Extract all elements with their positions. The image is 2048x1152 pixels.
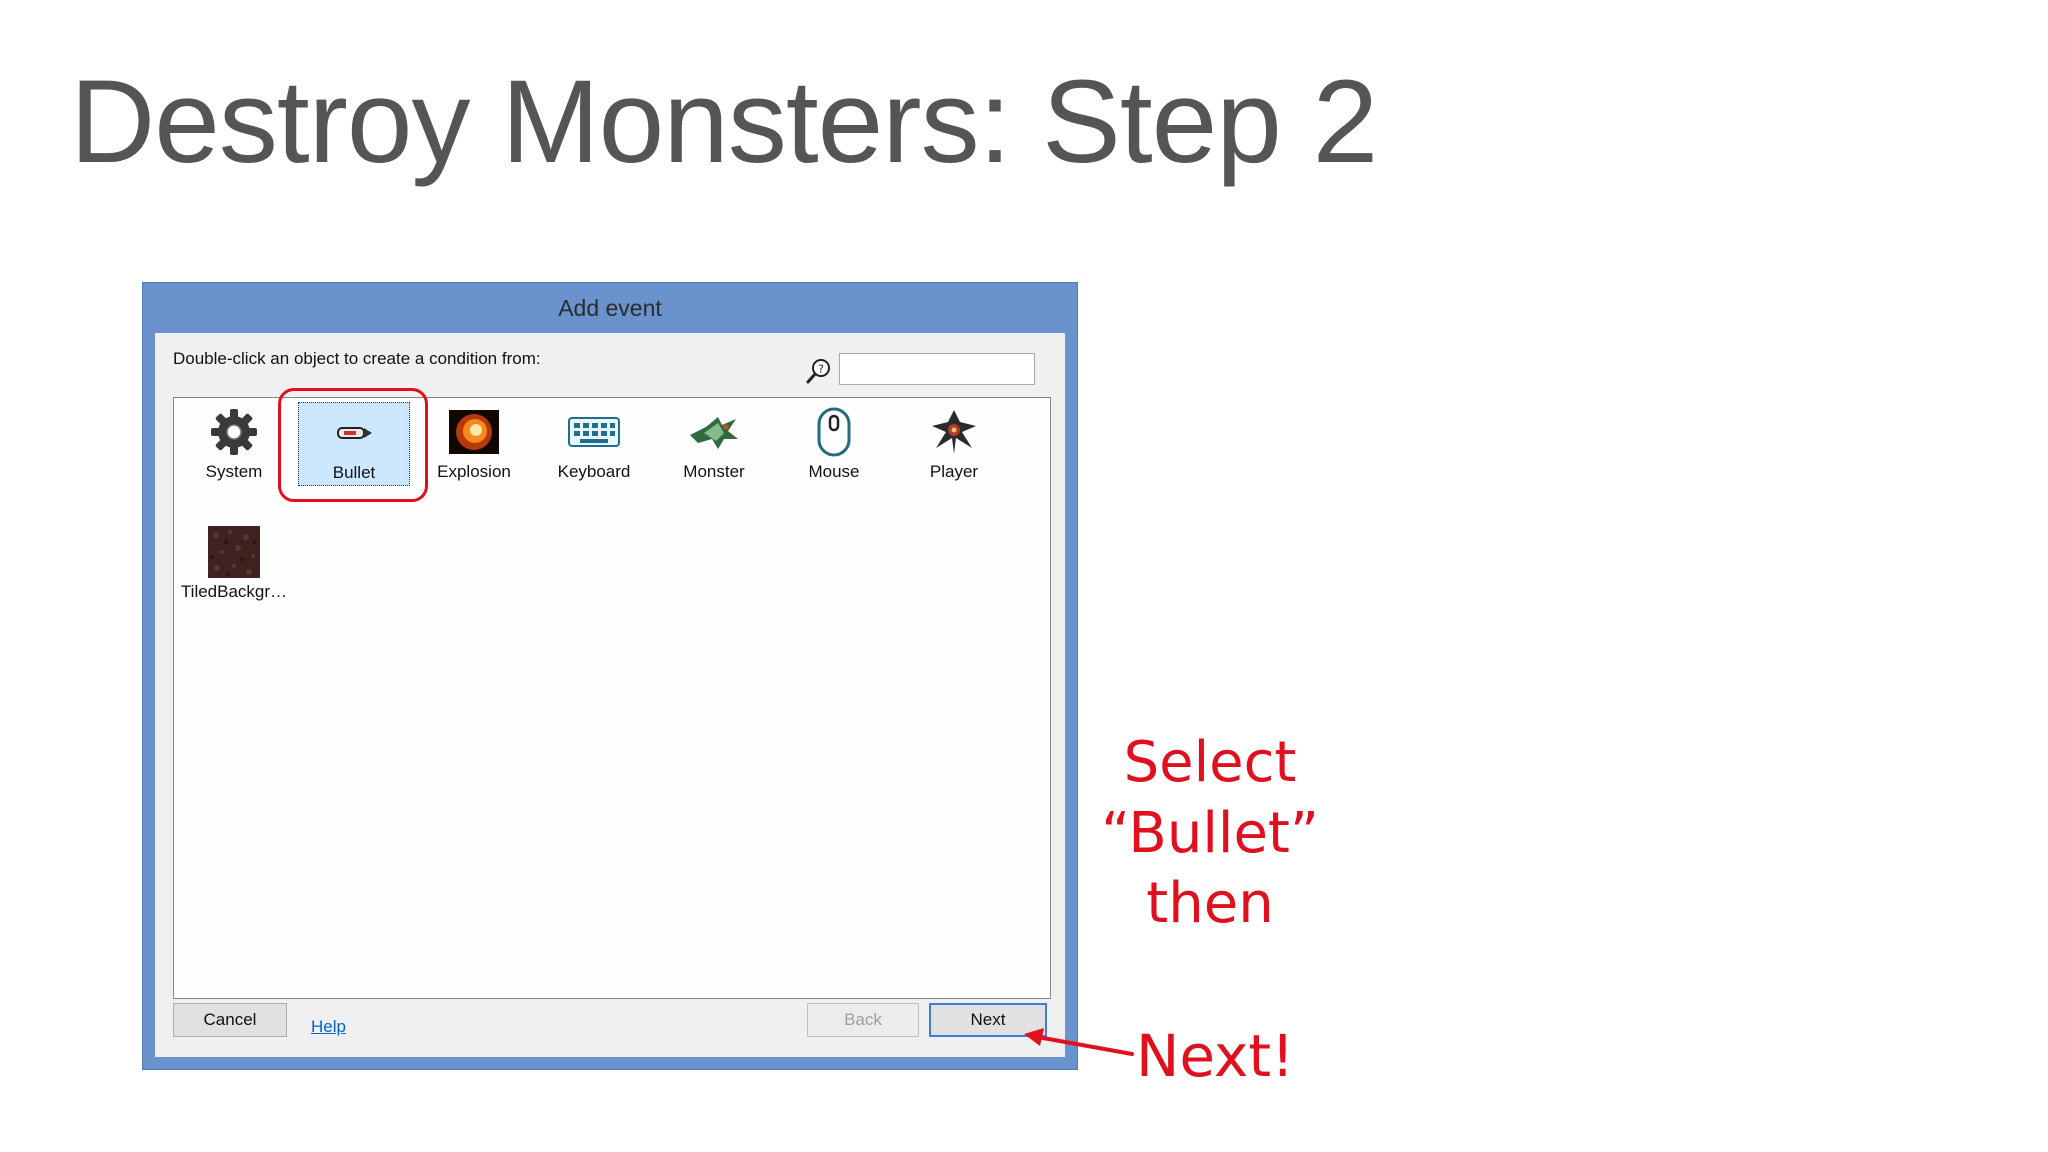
object-label: System (205, 462, 263, 481)
search-help-icon[interactable]: ? (805, 357, 833, 385)
annotation-line: Select (1123, 730, 1297, 795)
object-keyboard[interactable]: Keyboard (538, 402, 650, 486)
object-label: TiledBackgr… (180, 582, 288, 601)
tiled-background-icon (208, 526, 260, 578)
object-list: System Bullet Explosion Keyboard Monster… (173, 397, 1051, 999)
dialog-title: Add event (558, 295, 662, 321)
monster-icon (688, 406, 740, 458)
object-monster[interactable]: Monster (658, 402, 770, 486)
arrow-to-next-icon (1024, 1028, 1134, 1056)
object-player[interactable]: Player (898, 402, 1010, 486)
keyboard-icon (568, 406, 620, 458)
object-explosion[interactable]: Explosion (418, 402, 530, 486)
object-label: Explosion (437, 462, 511, 481)
player-icon (928, 406, 980, 458)
bullet-icon (328, 407, 380, 459)
annotation-line: then (1146, 871, 1274, 937)
object-label: Player (929, 462, 979, 481)
explosion-icon (448, 406, 500, 458)
object-system[interactable]: System (178, 402, 290, 486)
object-label: Keyboard (557, 462, 631, 481)
object-label: Bullet (332, 463, 376, 482)
slide-title: Destroy Monsters: Step 2 (70, 56, 1378, 188)
object-label: Monster (683, 462, 745, 481)
dialog-body: Double-click an object to create a condi… (155, 333, 1065, 1057)
object-bullet[interactable]: Bullet (298, 402, 410, 486)
instruction-text: Double-click an object to create a condi… (173, 349, 541, 368)
select-bullet-annotation: Select “Bullet” then (1080, 728, 1340, 940)
annotation-line: “Bullet” (1101, 800, 1319, 866)
object-tiled-background[interactable]: TiledBackgr… (178, 522, 290, 606)
add-event-dialog: Add event Double-click an object to crea… (142, 282, 1078, 1070)
svg-text:?: ? (818, 363, 824, 376)
help-link[interactable]: Help (311, 1017, 346, 1037)
search-input[interactable] (839, 353, 1035, 385)
cancel-button[interactable]: Cancel (173, 1003, 287, 1037)
gear-icon (208, 406, 260, 458)
object-label: Mouse (808, 462, 860, 481)
back-button[interactable]: Back (807, 1003, 919, 1037)
mouse-icon (808, 406, 860, 458)
next-annotation: Next! (1136, 1022, 1295, 1090)
object-mouse[interactable]: Mouse (778, 402, 890, 486)
